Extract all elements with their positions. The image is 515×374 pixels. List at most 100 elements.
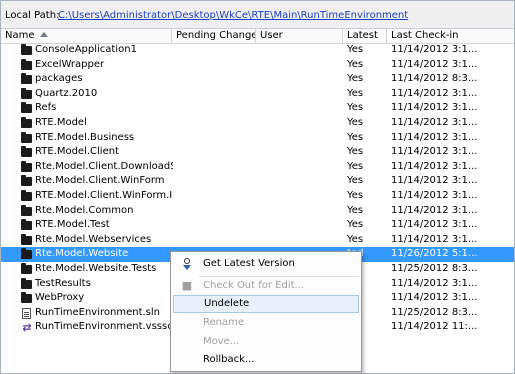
item-name: RTE.Model bbox=[35, 116, 87, 128]
column-header-latest[interactable]: Latest bbox=[343, 29, 387, 43]
file-icon bbox=[22, 307, 31, 319]
menu-item-get-latest[interactable]: Get Latest Version bbox=[173, 255, 359, 273]
item-name: packages bbox=[35, 73, 83, 85]
local-path-link[interactable]: C:\Users\Administrator\Desktop\WkCe\RTE\… bbox=[58, 10, 408, 21]
list-item[interactable]: RTE.Model.Business Yes 11/14/2012 3:1... bbox=[1, 131, 514, 146]
item-latest: Yes bbox=[347, 219, 364, 231]
list-item[interactable]: Rte.Model.Client.DownloadSh... Yes 11/14/2… bbox=[1, 160, 514, 175]
item-last-checkin: 11/14/2012 3:1... bbox=[391, 131, 478, 143]
item-latest: Yes bbox=[347, 160, 364, 172]
item-name: Rte.Model.Webservices bbox=[35, 233, 152, 245]
folder-icon bbox=[21, 73, 32, 85]
column-header-user-label: User bbox=[260, 30, 283, 41]
item-icon-cell bbox=[21, 58, 35, 73]
folder-icon bbox=[21, 189, 32, 201]
list-item[interactable]: RTE.Model.Test Yes 11/14/2012 3:1... bbox=[1, 218, 514, 233]
item-last-checkin: 11/26/2012 5:1... bbox=[391, 248, 478, 260]
column-header-name[interactable]: Name bbox=[1, 29, 172, 43]
item-icon-cell bbox=[21, 291, 35, 306]
item-last-checkin: 11/14/2012 3:1... bbox=[391, 175, 478, 187]
item-last-checkin: 11/14/2012 8:3... bbox=[391, 73, 478, 85]
item-user bbox=[260, 131, 340, 146]
item-icon-cell bbox=[21, 131, 35, 146]
column-header-checkin-label: Last Check-in bbox=[391, 30, 459, 41]
menu-item-check-out-label: Check Out for Edit... bbox=[203, 280, 305, 291]
item-pending-change bbox=[176, 87, 256, 102]
item-last-checkin: 11/14/2012 3:1... bbox=[391, 292, 478, 304]
list-item[interactable]: RTE.Model.Client.WinForm.Ins... Yes 11/14/… bbox=[1, 189, 514, 204]
column-header-pending[interactable]: Pending Change bbox=[172, 29, 256, 43]
list-item[interactable]: Rte.Model.Common Yes 11/14/2012 3:1... bbox=[1, 204, 514, 219]
menu-item-move-label: Move... bbox=[203, 336, 240, 347]
column-header-user[interactable]: User bbox=[256, 29, 343, 43]
menu-item-rename-label: Rename bbox=[203, 317, 245, 328]
list-item[interactable]: RTE.Model.Client Yes 11/14/2012 3:1... bbox=[1, 145, 514, 160]
folder-icon bbox=[21, 175, 32, 187]
item-pending-change bbox=[176, 218, 256, 233]
item-latest: Yes bbox=[347, 73, 364, 85]
menu-item-check-out[interactable]: ■ Check Out for Edit... bbox=[173, 277, 359, 295]
list-item[interactable]: ConsoleApplication1 Yes 11/14/2012 3:1... bbox=[1, 43, 514, 58]
folder-icon bbox=[21, 116, 32, 128]
item-name: Rte.Model.Client.DownloadSh... bbox=[35, 160, 173, 172]
item-user bbox=[260, 43, 340, 58]
menu-item-undelete[interactable]: Undelete bbox=[173, 295, 359, 313]
item-name: RunTimeEnvironment.vssscc bbox=[35, 321, 173, 333]
item-last-checkin: 11/14/2012 3:1... bbox=[391, 87, 478, 99]
item-name: RTE.Model.Test bbox=[35, 219, 110, 231]
list-item[interactable]: ExcelWrapper Yes 11/14/2012 3:1... bbox=[1, 58, 514, 73]
item-icon-cell bbox=[21, 116, 35, 131]
item-user bbox=[260, 174, 340, 189]
folder-icon bbox=[21, 292, 32, 304]
item-last-checkin: 11/14/2012 3:1... bbox=[391, 204, 478, 216]
item-icon-cell bbox=[21, 160, 35, 175]
item-user bbox=[260, 218, 340, 233]
item-user bbox=[260, 58, 340, 73]
item-icon-cell bbox=[21, 233, 35, 248]
list-item[interactable]: Quartz.2010 Yes 11/14/2012 3:1... bbox=[1, 87, 514, 102]
column-header-checkin[interactable]: Last Check-in bbox=[387, 29, 514, 43]
item-latest: Yes bbox=[347, 87, 364, 99]
item-latest: Yes bbox=[347, 146, 364, 158]
list-item[interactable]: Rte.Model.Client.WinForm Yes 11/14/2012 3:… bbox=[1, 174, 514, 189]
sort-ascending-icon bbox=[40, 32, 48, 37]
item-pending-change bbox=[176, 233, 256, 248]
list-item[interactable]: Refs Yes 11/14/2012 3:1... bbox=[1, 101, 514, 116]
folder-icon bbox=[21, 146, 32, 158]
item-last-checkin: 11/14/2012 3:1... bbox=[391, 44, 478, 55]
folder-icon bbox=[21, 262, 32, 274]
item-latest: Yes bbox=[347, 58, 364, 70]
item-pending-change bbox=[176, 43, 256, 58]
item-icon-cell bbox=[21, 306, 35, 321]
list-item[interactable]: Rte.Model.Webservices Yes 11/14/2012 3:1..… bbox=[1, 233, 514, 248]
item-pending-change bbox=[176, 58, 256, 73]
menu-item-get-latest-label: Get Latest Version bbox=[203, 258, 295, 269]
item-icon-cell bbox=[21, 204, 35, 219]
item-last-checkin: 11/25/2012 8:3... bbox=[391, 306, 478, 318]
item-name: ConsoleApplication1 bbox=[35, 44, 137, 55]
item-name: RTE.Model.Business bbox=[35, 131, 135, 143]
menu-item-rename[interactable]: Rename bbox=[173, 314, 359, 332]
item-latest: Yes bbox=[347, 204, 364, 216]
item-last-checkin: 11/14/2012 3:1... bbox=[391, 277, 478, 289]
item-latest: Yes bbox=[347, 131, 364, 143]
menu-item-move[interactable]: Move... bbox=[173, 333, 359, 351]
item-last-checkin: 11/14/2012 3:1... bbox=[391, 58, 478, 70]
list-item[interactable]: RTE.Model Yes 11/14/2012 3:1... bbox=[1, 116, 514, 131]
item-user bbox=[260, 204, 340, 219]
item-name: RunTimeEnvironment.sln bbox=[35, 306, 161, 318]
item-latest: Yes bbox=[347, 44, 364, 55]
item-name: Quartz.2010 bbox=[35, 87, 98, 99]
item-user bbox=[260, 145, 340, 160]
local-path-label: Local Path: bbox=[5, 10, 60, 21]
sln-icon: ⇄ bbox=[22, 321, 32, 335]
item-name: Rte.Model.Client.WinForm bbox=[35, 175, 165, 187]
context-menu: Get Latest Version ■ Check Out for Edit.… bbox=[170, 251, 362, 372]
item-icon-cell bbox=[21, 174, 35, 189]
item-latest: Yes bbox=[347, 189, 364, 201]
menu-item-rollback[interactable]: Rollback... bbox=[173, 351, 359, 369]
menu-item-undelete-label: Undelete bbox=[204, 298, 250, 309]
folder-icon bbox=[21, 160, 32, 172]
list-item[interactable]: packages Yes 11/14/2012 8:3... bbox=[1, 72, 514, 87]
folder-icon bbox=[21, 44, 32, 55]
